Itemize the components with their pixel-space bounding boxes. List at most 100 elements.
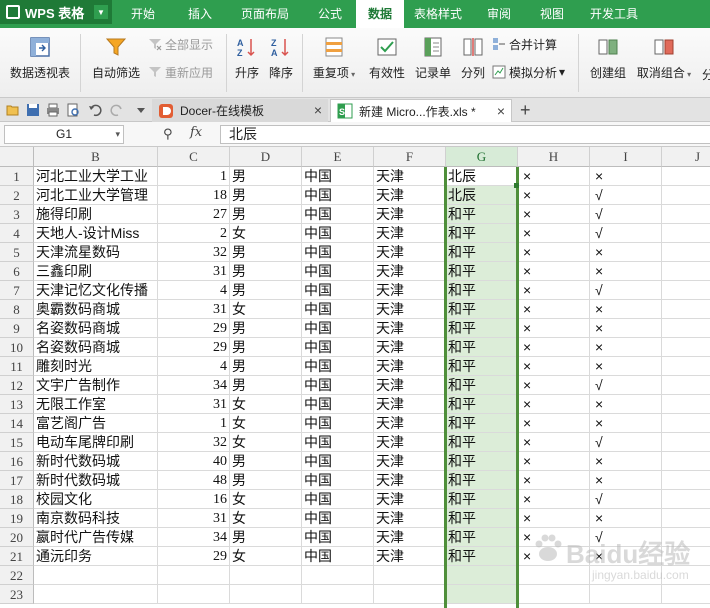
cell-e-15[interactable]: 中国 [302,433,374,452]
cell-d-8[interactable]: 女 [230,300,302,319]
name-box[interactable]: G1 ▾ [4,125,124,144]
cell-c-15[interactable]: 32 [158,433,230,452]
cell-d-20[interactable]: 男 [230,528,302,547]
cell-f-16[interactable]: 天津 [374,452,446,471]
cell-j-16[interactable] [662,452,710,471]
cell-e-9[interactable]: 中国 [302,319,374,338]
cell-j-6[interactable] [662,262,710,281]
cell-f-5[interactable]: 天津 [374,243,446,262]
cell-d-6[interactable]: 男 [230,262,302,281]
cell-h-8[interactable]: × [518,300,590,319]
row-header[interactable]: 8 [0,300,34,319]
row-header[interactable]: 11 [0,357,34,376]
group-button[interactable]: 创建组 [588,28,628,98]
column-header-g[interactable]: G [446,147,518,167]
cell-d-5[interactable]: 男 [230,243,302,262]
cell-f-1[interactable]: 天津 [374,167,446,186]
open-folder-icon[interactable] [6,103,20,117]
cell-c-22[interactable] [158,566,230,585]
cell-g-18[interactable]: 和平 [446,490,518,509]
cell-g-23[interactable] [446,585,518,604]
cell-f-13[interactable]: 天津 [374,395,446,414]
redo-icon[interactable] [110,103,124,117]
tab-home[interactable]: 开始 [112,0,174,28]
cell-j-8[interactable] [662,300,710,319]
cell-i-6[interactable]: × [590,262,662,281]
cell-b-18[interactable]: 校园文化 [34,490,158,509]
cell-c-16[interactable]: 40 [158,452,230,471]
cell-e-16[interactable]: 中国 [302,452,374,471]
row-header[interactable]: 18 [0,490,34,509]
column-header-b[interactable]: B [34,147,158,167]
cell-h-11[interactable]: × [518,357,590,376]
cell-c-1[interactable]: 1 [158,167,230,186]
cell-b-13[interactable]: 无限工作室 [34,395,158,414]
cell-f-11[interactable]: 天津 [374,357,446,376]
cell-j-7[interactable] [662,281,710,300]
whatif-analysis-button[interactable]: 模拟分析 ▾ [492,62,565,82]
cell-d-17[interactable]: 男 [230,471,302,490]
row-header[interactable]: 16 [0,452,34,471]
cell-g-11[interactable]: 和平 [446,357,518,376]
cell-e-13[interactable]: 中国 [302,395,374,414]
cell-b-16[interactable]: 新时代数码城 [34,452,158,471]
cell-c-7[interactable]: 4 [158,281,230,300]
row-header[interactable]: 10 [0,338,34,357]
tab-review[interactable]: 审阅 [472,0,526,28]
column-header-i[interactable]: I [590,147,662,167]
row-header[interactable]: 15 [0,433,34,452]
cell-b-12[interactable]: 文宇广告制作 [34,376,158,395]
cell-g-5[interactable]: 和平 [446,243,518,262]
cell-e-23[interactable] [302,585,374,604]
row-header[interactable]: 12 [0,376,34,395]
cell-b-6[interactable]: 三鑫印刷 [34,262,158,281]
cell-f-4[interactable]: 天津 [374,224,446,243]
cell-f-20[interactable]: 天津 [374,528,446,547]
cell-i-18[interactable]: √ [590,490,662,509]
cell-j-14[interactable] [662,414,710,433]
cell-e-5[interactable]: 中国 [302,243,374,262]
cell-h-17[interactable]: × [518,471,590,490]
cell-c-23[interactable] [158,585,230,604]
row-header[interactable]: 14 [0,414,34,433]
undo-icon[interactable] [88,103,102,117]
cell-b-19[interactable]: 南京数码科技 [34,509,158,528]
cell-g-1[interactable]: 北辰 [446,167,518,186]
cell-i-2[interactable]: √ [590,186,662,205]
cell-c-9[interactable]: 29 [158,319,230,338]
cell-c-8[interactable]: 31 [158,300,230,319]
cell-b-23[interactable] [34,585,158,604]
cell-f-3[interactable]: 天津 [374,205,446,224]
function-fx-icon[interactable]: fx [190,125,202,140]
cell-b-8[interactable]: 奥霸数码商城 [34,300,158,319]
cell-f-14[interactable]: 天津 [374,414,446,433]
cell-d-22[interactable] [230,566,302,585]
cell-j-3[interactable] [662,205,710,224]
cell-g-14[interactable]: 和平 [446,414,518,433]
cell-i-4[interactable]: √ [590,224,662,243]
cell-i-7[interactable]: √ [590,281,662,300]
subtotal-button[interactable]: 分 [702,64,710,84]
cell-c-2[interactable]: 18 [158,186,230,205]
cell-b-7[interactable]: 天津记忆文化传播 [34,281,158,300]
column-header-j[interactable]: J [662,147,710,167]
cell-e-7[interactable]: 中国 [302,281,374,300]
cell-h-1[interactable]: × [518,167,590,186]
column-header-c[interactable]: C [158,147,230,167]
cell-h-5[interactable]: × [518,243,590,262]
cell-h-15[interactable]: × [518,433,590,452]
cell-h-6[interactable]: × [518,262,590,281]
cell-d-2[interactable]: 男 [230,186,302,205]
cell-e-2[interactable]: 中国 [302,186,374,205]
cell-g-13[interactable]: 和平 [446,395,518,414]
cell-j-2[interactable] [662,186,710,205]
fill-handle[interactable] [514,183,519,188]
validity-button[interactable]: 有效性 [368,28,406,98]
cell-g-15[interactable]: 和平 [446,433,518,452]
cell-g-3[interactable]: 和平 [446,205,518,224]
sort-descending-button[interactable]: Z A 降序 [266,28,296,98]
cell-b-22[interactable] [34,566,158,585]
close-icon[interactable]: × [497,103,505,119]
cell-j-5[interactable] [662,243,710,262]
cell-f-12[interactable]: 天津 [374,376,446,395]
